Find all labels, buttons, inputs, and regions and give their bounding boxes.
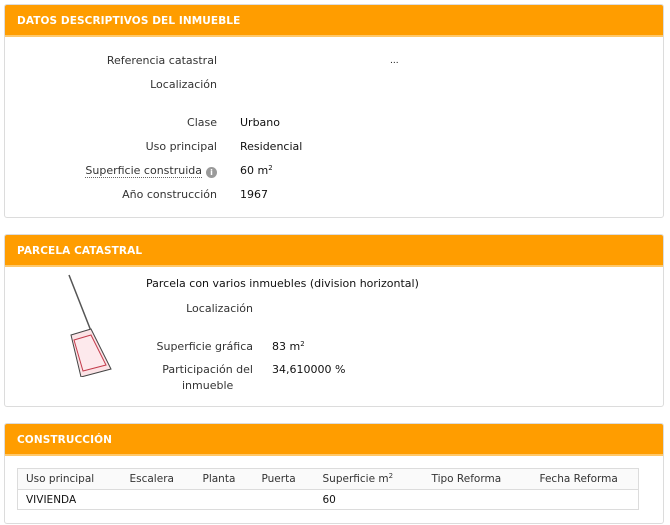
datos-descriptivos-panel: DATOS DESCRIPTIVOS DEL INMUEBLE Referenc…	[4, 4, 664, 218]
localizacion-row: Localización	[5, 77, 663, 93]
uso-row: Uso principal Residencial	[5, 139, 663, 155]
col-fecha-reforma: Fecha Reforma	[531, 468, 639, 490]
col-superficie: Superficie m2	[314, 468, 424, 490]
superficie-label[interactable]: Superficie construida	[85, 164, 202, 178]
parcela-superficie-unit-exp: 2	[300, 340, 305, 348]
cell-tipo-reforma	[423, 489, 532, 510]
table-row: VIVIENDA 60	[17, 489, 639, 510]
cell-superficie: 60	[314, 489, 424, 510]
ano-label: Año construcción	[122, 188, 217, 201]
uso-value: Residencial	[240, 140, 303, 153]
cell-planta	[194, 489, 254, 510]
participacion-row: Participación del inmueble 34,610000 %	[5, 362, 663, 392]
clase-label: Clase	[187, 116, 217, 129]
cell-fecha-reforma	[531, 489, 639, 510]
superficie-value: 60 m	[240, 164, 269, 177]
participacion-label-line1: Participación del	[162, 363, 253, 376]
datos-descriptivos-title: DATOS DESCRIPTIVOS DEL INMUEBLE	[5, 5, 663, 37]
superficie-label-wrap: Superficie construida i	[85, 163, 217, 179]
col-puerta: Puerta	[253, 468, 315, 490]
col-uso-principal: Uso principal	[17, 468, 122, 490]
referencia-label: Referencia catastral	[106, 54, 217, 67]
construccion-panel: CONSTRUCCIÓN Uso principal Escalera Plan…	[4, 423, 664, 524]
localizacion-label: Localización	[150, 78, 217, 91]
referencia-value: ...	[390, 56, 399, 66]
col-escalera: Escalera	[121, 468, 195, 490]
parcela-localizacion-label: Localización	[186, 302, 253, 315]
parcela-superficie-label: Superficie gráfica	[156, 340, 254, 353]
superficie-value-wrap: 60 m2	[240, 163, 273, 179]
parcela-superficie-value-wrap: 83 m2	[272, 339, 305, 355]
superficie-unit-exp: 2	[268, 164, 273, 172]
parcela-superficie-row: Superficie gráfica 83 m2	[5, 339, 663, 355]
participacion-label-line2: inmueble	[181, 379, 234, 392]
cell-uso-principal: VIVIENDA	[17, 489, 122, 510]
parcela-superficie-value: 83 m	[272, 340, 301, 353]
parcela-title: PARCELA CATASTRAL	[5, 235, 663, 267]
uso-label: Uso principal	[145, 140, 217, 153]
parcela-panel: PARCELA CATASTRAL Parcela con varios inm…	[4, 234, 664, 407]
col-superficie-label: Superficie m	[322, 473, 389, 485]
construccion-title: CONSTRUCCIÓN	[5, 424, 663, 456]
ano-row: Año construcción 1967	[5, 187, 663, 203]
ano-value: 1967	[240, 188, 268, 201]
cell-puerta	[253, 489, 315, 510]
parcela-descripcion: Parcela con varios inmuebles (division h…	[146, 277, 419, 290]
parcela-localizacion-row: Localización	[5, 301, 663, 317]
cell-escalera	[121, 489, 195, 510]
superficie-row: Superficie construida i 60 m2	[5, 163, 663, 179]
participacion-value: 34,610000 %	[272, 363, 346, 376]
construccion-header-row: Uso principal Escalera Planta Puerta Sup…	[17, 468, 639, 490]
info-icon[interactable]: i	[206, 167, 217, 178]
clase-row: Clase Urbano	[5, 115, 663, 131]
col-superficie-exp: 2	[388, 472, 394, 480]
col-planta: Planta	[194, 468, 254, 490]
col-tipo-reforma: Tipo Reforma	[423, 468, 532, 490]
referencia-row: Referencia catastral ...	[5, 53, 663, 69]
participacion-label: Participación del inmueble	[162, 362, 253, 394]
construccion-table: Uso principal Escalera Planta Puerta Sup…	[17, 468, 639, 510]
clase-value: Urbano	[240, 116, 280, 129]
